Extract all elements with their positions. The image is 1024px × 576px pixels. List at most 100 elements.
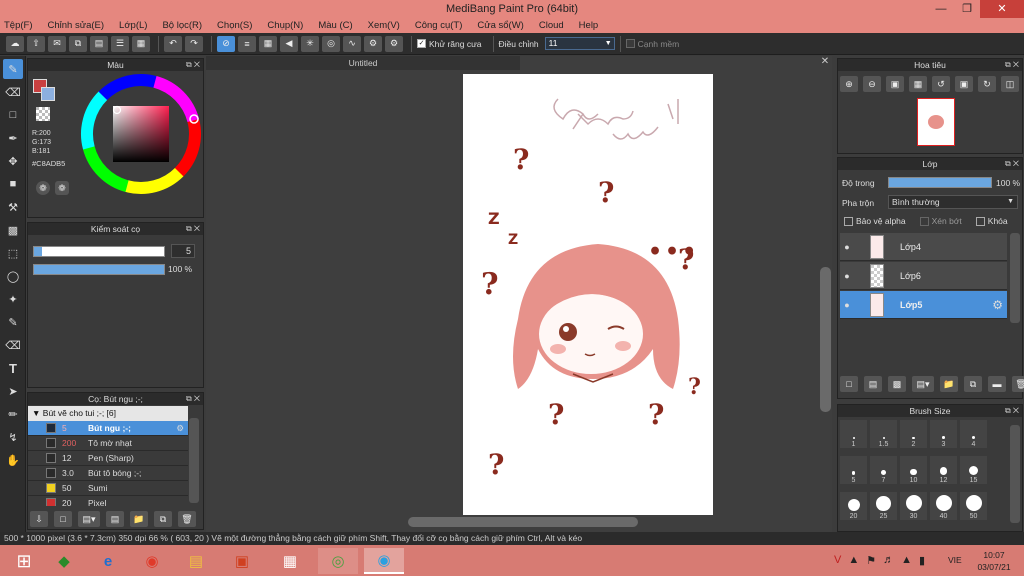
clipping-checkbox[interactable] (919, 216, 929, 226)
panel-close-icon[interactable]: ⧉ ✕ (186, 59, 200, 71)
language-indicator[interactable]: VIE (948, 555, 962, 565)
transparent-color-swatch[interactable] (36, 107, 50, 121)
file-explorer-icon[interactable]: ▤ (176, 548, 216, 574)
brush-size-preset[interactable]: 12 (930, 456, 957, 484)
brush-opacity-slider[interactable] (33, 264, 165, 275)
move-tool-icon[interactable]: ✥ (3, 151, 23, 171)
navigator-viewport[interactable] (917, 98, 955, 146)
select-eraser-tool-icon[interactable]: ⌫ (3, 335, 23, 355)
new-brush-icon[interactable]: □ (54, 511, 72, 527)
clock[interactable]: 10:07 03/07/21 (972, 549, 1016, 573)
lock-checkbox[interactable] (975, 216, 985, 226)
maximize-button[interactable]: ❐ (954, 0, 980, 18)
brush-size-preset[interactable]: 7 (870, 456, 897, 484)
eye-icon[interactable]: ● (840, 271, 854, 281)
actual-size-icon[interactable]: ▣ (886, 76, 904, 92)
panel-close-icon[interactable]: ⧉ ✕ (1005, 158, 1019, 170)
fullscreen-icon[interactable]: ▣ (955, 76, 973, 92)
blend-mode-select[interactable]: Bình thường ▼ (888, 195, 1018, 209)
no-snap-icon[interactable]: ⊘ (217, 35, 235, 52)
app-tray-icon[interactable]: V (834, 554, 841, 567)
menu-help[interactable]: Help (579, 20, 599, 31)
share-icon[interactable]: ⧉ (69, 35, 87, 52)
network-icon[interactable]: ▲ (901, 554, 912, 567)
layer-row[interactable]: ● Lớp6 (840, 262, 1007, 290)
panel-close-icon[interactable]: ⧉ ✕ (1005, 59, 1019, 71)
new-halftone-layer-icon[interactable]: ▤ (864, 376, 882, 392)
color-wheel[interactable] (80, 73, 202, 195)
magic-wand-tool-icon[interactable]: ✦ (3, 289, 23, 309)
brush-size-slider[interactable] (33, 246, 165, 257)
minimize-button[interactable]: — (928, 0, 954, 18)
dropper-tool-icon[interactable]: ✏ (3, 404, 23, 424)
brush-size-preset[interactable]: 50 (960, 492, 987, 520)
brush-size-preset[interactable]: 30 (900, 492, 927, 520)
menu-window[interactable]: Cửa sổ(W) (477, 20, 523, 31)
gear-icon[interactable]: ⚙ (992, 298, 1003, 312)
new-8bit-layer-icon[interactable]: ▩ (888, 376, 906, 392)
vanish-snap-icon[interactable]: ◀ (280, 35, 298, 52)
gradient-tool-icon[interactable]: ▩ (3, 220, 23, 240)
fit-icon[interactable]: ▦ (909, 76, 927, 92)
close-document-icon[interactable]: ✕ (818, 56, 832, 70)
rotate-left-icon[interactable]: ↺ (932, 76, 950, 92)
vertical-scroll-thumb[interactable] (820, 267, 831, 412)
panel-close-icon[interactable]: ⧉ ✕ (186, 223, 200, 235)
radial-snap-icon[interactable]: ✳ (301, 35, 319, 52)
horizontal-scrollbar[interactable] (206, 515, 820, 529)
bluestacks-icon[interactable]: ◆ (44, 548, 84, 574)
upload-icon[interactable]: ⇧ (27, 35, 45, 52)
layer-row-selected[interactable]: ● Lớp5 ⚙ (840, 291, 1007, 319)
medibang-icon[interactable]: ◉ (364, 548, 404, 574)
undo-icon[interactable]: ↶ (164, 35, 182, 52)
color-set-icon[interactable]: ❁ (55, 181, 69, 195)
layer-scrollbar[interactable] (1010, 233, 1020, 323)
redo-icon[interactable]: ↷ (185, 35, 203, 52)
document-icon[interactable]: ▤ (90, 35, 108, 52)
eye-icon[interactable]: ● (840, 300, 854, 310)
eraser-tool-icon[interactable]: ⌫ (3, 82, 23, 102)
brush-size-scrollbar[interactable] (1010, 425, 1020, 523)
brush-size-preset[interactable]: 20 (840, 492, 867, 520)
menu-cloud[interactable]: Cloud (539, 20, 564, 31)
new-layer-icon[interactable]: □ (840, 376, 858, 392)
circle-snap-icon[interactable]: ◎ (322, 35, 340, 52)
brush-copy-icon[interactable]: ▤ (106, 511, 124, 527)
battery-icon[interactable]: ▮ (919, 554, 925, 567)
bucket-tool-icon[interactable]: ⚒ (3, 197, 23, 217)
app-icon[interactable]: ▦ (270, 548, 310, 574)
zoom-out-icon[interactable]: ⊖ (863, 76, 881, 92)
comment-icon[interactable]: ✉ (48, 35, 66, 52)
gear-icon[interactable]: ⚙ (176, 423, 184, 434)
menu-file[interactable]: Tệp(F) (4, 20, 33, 31)
brush-item-selected[interactable]: 5 Bút ngu ;-; ⚙ (28, 421, 188, 436)
divide-tool-icon[interactable]: ➤ (3, 381, 23, 401)
brush-size-preset[interactable]: 3 (930, 420, 957, 448)
close-button[interactable]: ✕ (980, 0, 1024, 18)
brush-item[interactable]: 50 Sumi (28, 481, 188, 496)
snap-checkbox[interactable] (625, 39, 635, 48)
brush-size-preset[interactable]: 1.5 (870, 420, 897, 448)
brush-size-preset[interactable]: 5 (840, 456, 867, 484)
volume-icon[interactable]: ♬ (883, 554, 894, 567)
brush-size-preset[interactable]: 10 (900, 456, 927, 484)
background-color-swatch[interactable] (41, 87, 55, 101)
add-layer-menu-icon[interactable]: ▤▾ (912, 376, 934, 392)
menu-color[interactable]: Màu (C) (318, 20, 352, 31)
vertical-scrollbar[interactable] (820, 72, 832, 515)
select-pen-tool-icon[interactable]: ✎ (3, 312, 23, 332)
brush-size-preset[interactable]: 15 (960, 456, 987, 484)
palette-icon[interactable]: ❁ (36, 181, 50, 195)
hand-tool-icon[interactable]: ✋ (3, 450, 23, 470)
rectangle-tool-icon[interactable]: □ (3, 105, 23, 125)
menu-select[interactable]: Chọn(S) (217, 20, 252, 31)
menu-filter[interactable]: Bộ lọc(R) (162, 20, 202, 31)
brush-size-preset[interactable]: 40 (930, 492, 957, 520)
list-icon[interactable]: ☰ (111, 35, 129, 52)
menu-view[interactable]: Xem(V) (368, 20, 400, 31)
brush-item[interactable]: 12 Pen (Sharp) (28, 451, 188, 466)
trash-icon[interactable]: 🗑 (1012, 376, 1024, 392)
merge-layer-icon[interactable]: ▬ (988, 376, 1006, 392)
chrome-icon[interactable]: ◉ (132, 548, 172, 574)
pen-tool-icon[interactable]: ✒ (3, 128, 23, 148)
